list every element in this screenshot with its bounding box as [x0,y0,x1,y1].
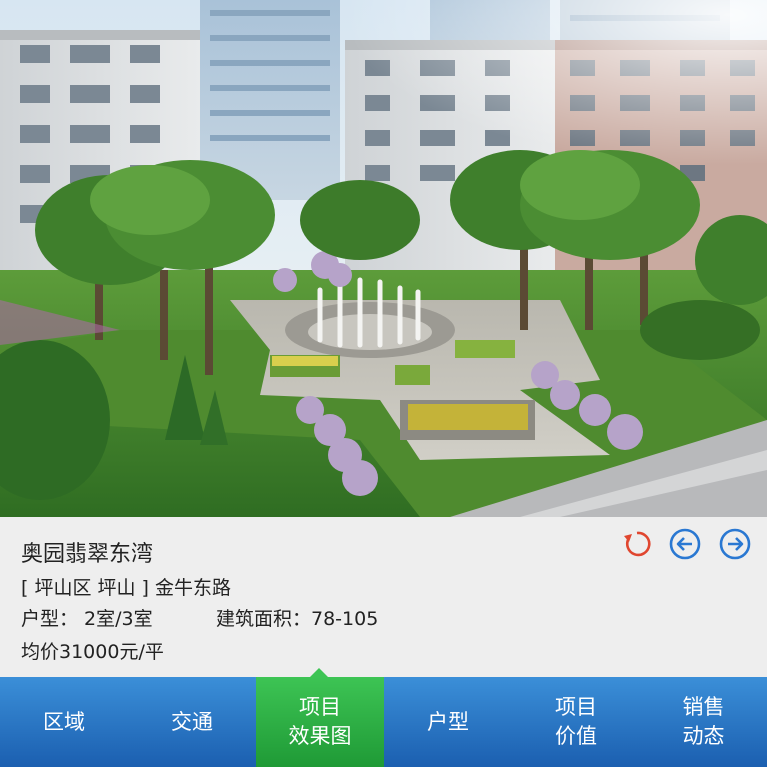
bottom-tab-bar: 区域 交通 项目 效果图 户型 项目 价值 销售 动态 [0,677,767,767]
tab-traffic[interactable]: 交通 [128,677,256,767]
tab-label-line2: 效果图 [288,724,352,748]
tab-label: 交通 [171,709,213,734]
tab-label: 户型 [427,709,469,734]
refresh-button[interactable] [620,527,654,561]
tab-label-line1: 项目 [299,695,341,719]
previous-button[interactable] [668,527,702,561]
tab-floor-plans[interactable]: 户型 [384,677,512,767]
tab-label-line1: 销售 [682,695,725,719]
next-button[interactable] [718,527,752,561]
unit-type: 户型： 2室/3室 [21,608,153,630]
project-rendering-image [0,0,767,517]
arrow-left-circle-icon [669,528,701,560]
refresh-icon [624,531,651,557]
tab-sales-news[interactable]: 销售 动态 [640,677,767,767]
project-title: 奥园翡翠东湾 [21,542,154,567]
floor-area: 建筑面积：78-105 [216,608,379,630]
arrow-right-circle-icon [719,528,751,560]
tab-project-value[interactable]: 项目 价值 [512,677,640,767]
project-address: [ 坪山区 坪山 ] 金牛东路 [21,577,231,599]
average-price: 均价31000元/平 [21,641,164,663]
tab-label-line1: 项目 [555,695,597,719]
tab-label-line2: 价值 [555,724,597,748]
tab-label: 区域 [43,709,85,734]
tab-label-line2: 动态 [682,724,725,748]
tab-area[interactable]: 区域 [0,677,128,767]
tab-project-renderings[interactable]: 项目 效果图 [256,677,384,767]
